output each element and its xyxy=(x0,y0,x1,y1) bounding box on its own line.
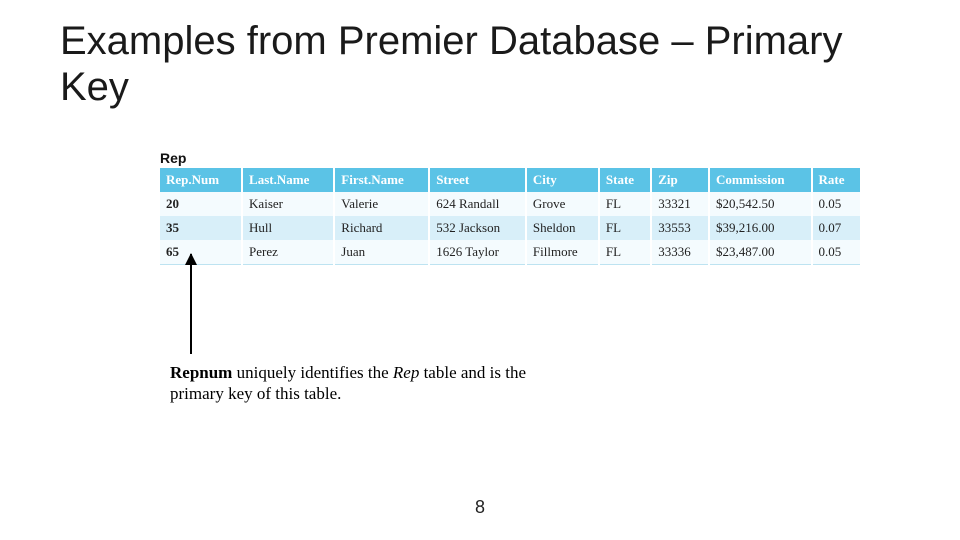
cell-commission: $20,542.50 xyxy=(709,192,812,216)
cell-firstname: Richard xyxy=(334,216,429,240)
page-number: 8 xyxy=(0,497,960,518)
cell-rate: 0.05 xyxy=(812,240,860,265)
cell-repnum: 65 xyxy=(160,240,242,265)
table-row: 65 Perez Juan 1626 Taylor Fillmore FL 33… xyxy=(160,240,860,265)
cell-zip: 33553 xyxy=(651,216,709,240)
table-header-row: Rep.Num Last.Name First.Name Street City… xyxy=(160,168,860,192)
cell-repnum: 35 xyxy=(160,216,242,240)
cell-city: Sheldon xyxy=(526,216,599,240)
cell-commission: $23,487.00 xyxy=(709,240,812,265)
cell-state: FL xyxy=(599,240,651,265)
annotation-italic-term: Rep xyxy=(393,363,419,382)
col-city: City xyxy=(526,168,599,192)
arrow-icon xyxy=(190,254,192,354)
col-zip: Zip xyxy=(651,168,709,192)
col-street: Street xyxy=(429,168,526,192)
cell-rate: 0.07 xyxy=(812,216,860,240)
table-row: 35 Hull Richard 532 Jackson Sheldon FL 3… xyxy=(160,216,860,240)
col-repnum: Rep.Num xyxy=(160,168,242,192)
slide-title: Examples from Premier Database – Primary… xyxy=(60,18,920,110)
col-firstname: First.Name xyxy=(334,168,429,192)
cell-zip: 33336 xyxy=(651,240,709,265)
table-bottom-rule xyxy=(160,265,860,270)
cell-city: Fillmore xyxy=(526,240,599,265)
col-rate: Rate xyxy=(812,168,860,192)
col-commission: Commission xyxy=(709,168,812,192)
annotation-text: Repnum uniquely identifies the Rep table… xyxy=(170,362,570,405)
cell-firstname: Valerie xyxy=(334,192,429,216)
slide: Examples from Premier Database – Primary… xyxy=(0,0,960,540)
cell-firstname: Juan xyxy=(334,240,429,265)
cell-lastname: Kaiser xyxy=(242,192,334,216)
cell-city: Grove xyxy=(526,192,599,216)
cell-commission: $39,216.00 xyxy=(709,216,812,240)
cell-repnum: 20 xyxy=(160,192,242,216)
cell-street: 1626 Taylor xyxy=(429,240,526,265)
cell-state: FL xyxy=(599,192,651,216)
cell-street: 532 Jackson xyxy=(429,216,526,240)
annotation-mid-1: uniquely identifies the xyxy=(232,363,393,382)
cell-rate: 0.05 xyxy=(812,192,860,216)
table-caption: Rep xyxy=(160,150,860,166)
rep-table: Rep.Num Last.Name First.Name Street City… xyxy=(160,168,860,269)
annotation-bold-term: Repnum xyxy=(170,363,232,382)
cell-street: 624 Randall xyxy=(429,192,526,216)
table-row: 20 Kaiser Valerie 624 Randall Grove FL 3… xyxy=(160,192,860,216)
cell-state: FL xyxy=(599,216,651,240)
cell-lastname: Hull xyxy=(242,216,334,240)
col-lastname: Last.Name xyxy=(242,168,334,192)
cell-zip: 33321 xyxy=(651,192,709,216)
rep-table-wrap: Rep Rep.Num Last.Name First.Name Street … xyxy=(160,150,860,269)
col-state: State xyxy=(599,168,651,192)
cell-lastname: Perez xyxy=(242,240,334,265)
